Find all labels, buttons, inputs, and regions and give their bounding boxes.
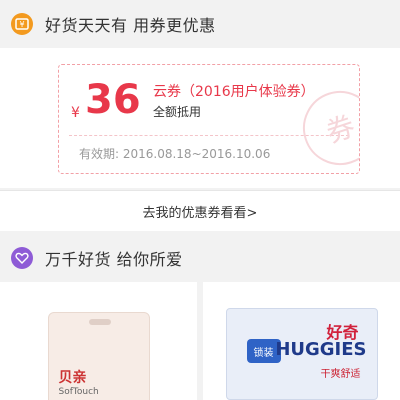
heart-icon	[11, 247, 33, 269]
coupon-name: 云券（2016用户体验券）	[153, 84, 315, 100]
coupon-scope: 全额抵用	[153, 105, 202, 119]
coupon-section-header: ¥ 好货天天有 用券更优惠	[0, 0, 400, 48]
my-coupons-link[interactable]: 去我的优惠券看看>	[0, 190, 400, 231]
coupon-amount: 36	[85, 77, 141, 123]
product-card[interactable]: 锁装 好奇 HUGGIES 干爽舒适	[203, 282, 400, 400]
coupon-ticket-icon: ¥	[11, 13, 33, 35]
coupon-validity: 有效期: 2016.08.18~2016.10.06	[79, 147, 271, 161]
svg-text:¥: ¥	[19, 20, 24, 29]
coupon-card[interactable]: ¥ 36 云券（2016用户体验券） 全额抵用 有效期: 2016.08.18~…	[58, 64, 360, 174]
package-hanger	[88, 319, 111, 325]
product-label-en: HUGGIES	[275, 339, 367, 360]
product-grid: 贝亲 SofTouch 锁装 好奇 HUGGIES 干爽舒适	[0, 282, 400, 400]
section-title-coupons: 好货天天有 用券更优惠	[45, 16, 216, 35]
product-sub-label: SofTouch	[58, 387, 99, 397]
section-title-recommend: 万千好货 给你所爱	[45, 250, 183, 269]
coupon-currency: ¥	[71, 105, 80, 121]
recommend-section-header: 万千好货 给你所爱	[0, 234, 400, 282]
product-card[interactable]: 贝亲 SofTouch	[0, 282, 197, 400]
product-image-huggies: 锁装 好奇 HUGGIES 干爽舒适	[225, 308, 378, 400]
product-label: 贝亲	[58, 370, 87, 386]
coupon-area: ¥ 36 云券（2016用户体验券） 全额抵用 有效期: 2016.08.18~…	[0, 48, 400, 188]
product-image-pigeon: 贝亲 SofTouch	[47, 312, 150, 400]
product-tagline: 干爽舒适	[320, 369, 361, 380]
coupon-stamp-text: 券	[322, 109, 359, 150]
